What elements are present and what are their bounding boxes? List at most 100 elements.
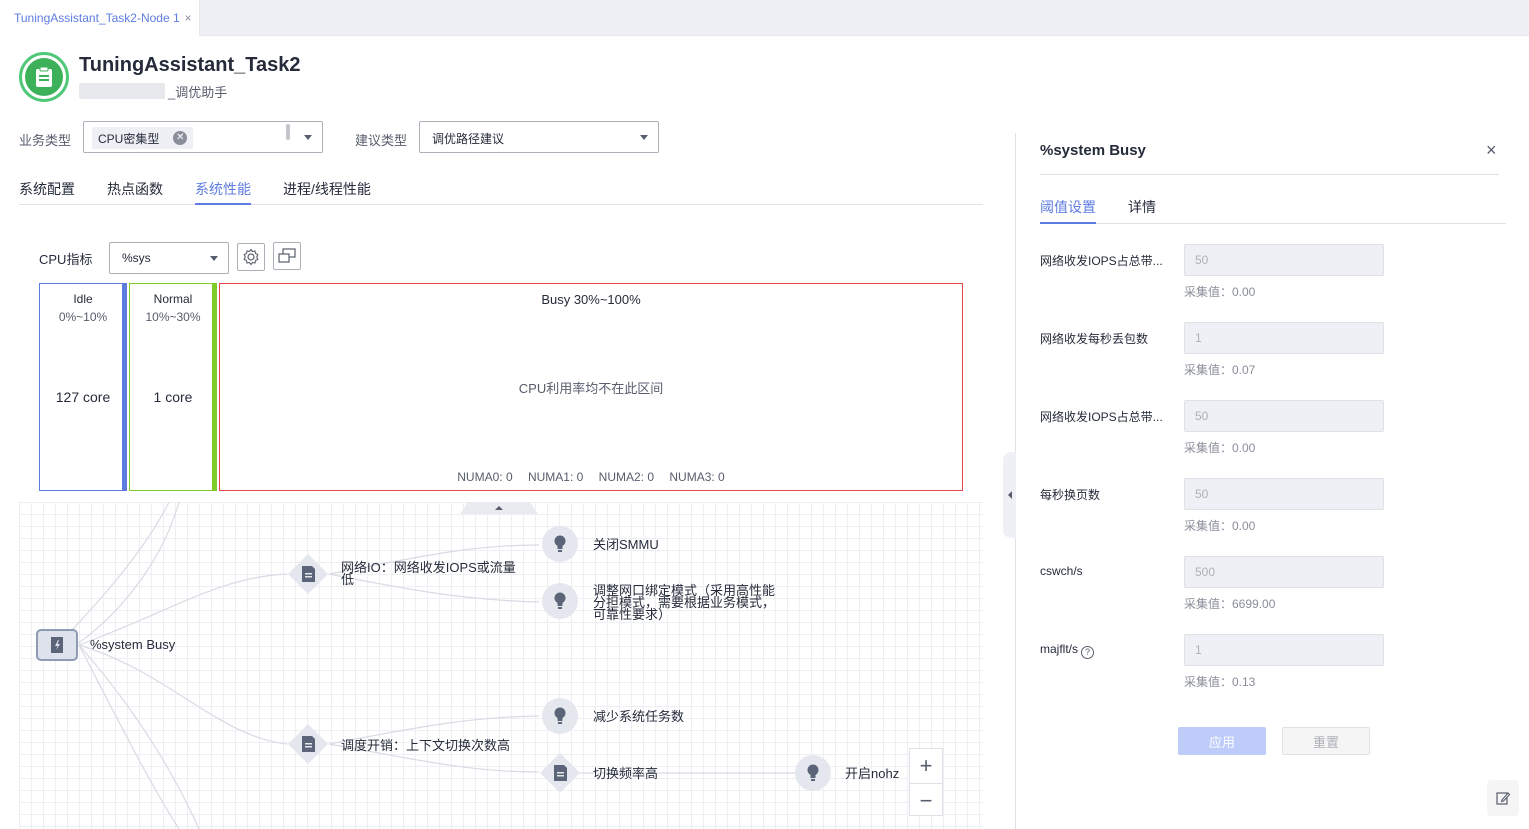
bucket-message: CPU利用率均不在此区间 [518,381,664,396]
idle-bucket[interactable]: Idle 0%~10% 127 core [39,283,127,491]
threshold-input[interactable] [1184,556,1384,588]
suggestion-node-close-smmu[interactable] [542,526,578,562]
tab-process-thread-performance[interactable]: 进程/线程性能 [283,179,371,205]
chevron-up-icon [495,506,503,510]
threshold-input[interactable] [1184,400,1384,432]
tab-details[interactable]: 详情 [1128,197,1156,224]
tab-label: TuningAssistant_Task2-Node 1 [14,11,180,25]
bucket-name: Normal [153,292,193,306]
chip-remove-icon[interactable]: ✕ [173,131,188,145]
close-smmu-label: 关闭SMMU [593,537,659,552]
cpu-metric-select[interactable]: %sys [109,242,229,274]
business-type-select[interactable]: CPU密集型 ✕ [83,121,323,153]
tab-system-config[interactable]: 系统配置 [19,179,75,205]
normal-bucket[interactable]: Normal 10%~30% 1 core [129,283,217,491]
collected-value: 采集值：0.13 [1184,675,1256,689]
collected-value: 采集值：0.00 [1184,285,1256,299]
chip-label: CPU密集型 [98,131,160,146]
zoom-controls: + − [909,748,943,816]
numa-stats: NUMA0: 0 NUMA1: 0 NUMA2: 0 NUMA3: 0 [220,470,962,484]
sched-node[interactable] [287,724,329,764]
apply-button[interactable]: 应用 [1178,727,1266,755]
numa1-stat: NUMA1: 0 [527,470,584,484]
sched-label: 调度开销：上下文切换次数高 [341,738,511,753]
bucket-core-count: 1 core [153,389,193,405]
field-label: cswch/s [1040,564,1083,578]
tab-threshold-settings[interactable]: 阈值设置 [1040,197,1096,224]
bucket-name: Idle [73,292,93,306]
net-io-label: 网络IO：网络收发IOPS或流量低 [341,560,516,587]
net-io-node[interactable] [287,554,329,594]
reset-button[interactable]: 重置 [1282,727,1370,755]
threshold-input[interactable] [1184,478,1384,510]
collected-value: 采集值：6699.00 [1184,597,1276,611]
panel-collapse-handle[interactable] [1003,452,1016,538]
close-icon[interactable]: × [185,11,192,25]
cpu-metric-value: %sys [122,251,151,265]
threshold-input[interactable] [1184,244,1384,276]
switch-freq-node[interactable] [539,753,581,793]
adjust-nic-label: 调整网口绑定模式（采用高性能分担模式，需要根据业务模式，可靠性要求） [593,583,776,622]
suggestion-type-value: 调优路径建议 [432,132,505,146]
suggestion-type-label: 建议类型 [355,133,408,148]
cpu-intensive-chip: CPU密集型 ✕ [92,127,194,149]
nohz-label: 开启nohz [845,766,900,781]
bucket-range: 10%~30% [145,310,201,324]
tab-bar: TuningAssistant_Task2-Node 1 × [0,0,1529,36]
suggestion-node-reduce-tasks[interactable] [542,698,578,734]
edit-icon [1496,792,1511,805]
alert-document-icon [51,637,63,653]
layers-icon [278,248,296,263]
tab-task2-node1[interactable]: TuningAssistant_Task2-Node 1 × [0,0,200,36]
zoom-in-button[interactable]: + [910,749,942,783]
document-icon [288,554,328,594]
suggestion-type-select[interactable]: 调优路径建议 [419,121,659,153]
bucket-range: 0%~10% [58,310,108,324]
cpu-metric-label: CPU指标 [39,252,93,267]
switch-freq-label: 切换频率高 [593,766,659,781]
numa3-stat: NUMA3: 0 [669,470,725,484]
settings-button[interactable] [237,243,265,271]
tab-system-performance[interactable]: 系统性能 [195,179,251,205]
panel-tabs: 阈值设置 详情 [1040,196,1506,224]
document-icon [540,753,580,793]
zoom-out-button[interactable]: − [910,783,942,817]
collected-value: 采集值：0.00 [1184,441,1256,455]
bucket-core-count: 127 core [55,389,111,405]
help-icon[interactable]: ? [1081,645,1095,659]
lightbulb-icon [554,707,566,724]
chevron-down-icon [304,135,312,140]
select-scrollbar[interactable] [286,124,290,140]
bucket-name: Busy 30%~100% [541,292,641,307]
close-icon[interactable]: × [1486,140,1497,161]
switch-view-button[interactable] [273,242,301,270]
panel-title: %system Busy [1040,142,1146,159]
tuning-path-graph[interactable]: %system Busy 网络IO：网络收发IOPS或流量低 关闭SMMU 调整… [19,502,983,829]
field-label-majflt: majflt/s? [1040,642,1165,659]
root-node-label: %system Busy [90,637,176,652]
threshold-input[interactable] [1184,322,1384,354]
root-node[interactable] [36,629,78,661]
business-type-label: 业务类型 [19,133,72,148]
reduce-tasks-label: 减少系统任务数 [593,709,685,724]
redacted-text [79,83,165,99]
collapse-toggle[interactable] [460,502,538,514]
field-label: 网络收发IOPS占总带... [1040,410,1163,424]
panel-header-divider [1040,174,1499,175]
lightbulb-icon [807,764,819,781]
clipboard-icon [19,52,69,102]
numa0-stat: NUMA0: 0 [457,470,513,484]
chevron-left-icon [1007,491,1012,499]
tab-hot-functions[interactable]: 热点函数 [107,179,163,205]
suggestion-node-adjust-nic[interactable] [542,583,578,619]
busy-bucket[interactable]: Busy 30%~100% CPU利用率均不在此区间 NUMA0: 0 NUMA… [219,283,963,491]
field-label: 网络收发IOPS占总带... [1040,254,1163,268]
chevron-down-icon [210,256,218,261]
field-label: 每秒换页数 [1040,488,1101,502]
threshold-input[interactable] [1184,634,1384,666]
lightbulb-icon [554,592,566,609]
feedback-button[interactable] [1487,780,1519,816]
chevron-down-icon [640,135,648,140]
page-title: TuningAssistant_Task2 [79,54,301,76]
suggestion-node-nohz[interactable] [795,755,831,791]
